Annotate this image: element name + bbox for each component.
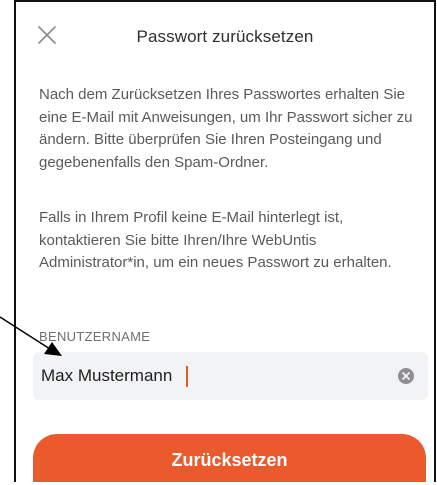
clear-input-button[interactable] — [398, 368, 414, 384]
info-paragraph-admin: Falls in Ihrem Profil keine E-Mail hinte… — [39, 209, 392, 271]
header: Passwort zurücksetzen — [16, 2, 434, 68]
frame-left-border — [14, 0, 16, 482]
clear-icon — [398, 368, 414, 384]
username-input[interactable] — [41, 352, 381, 400]
text-caret — [186, 366, 188, 387]
page-title: Passwort zurücksetzen — [136, 27, 314, 46]
reset-password-button[interactable]: Zurücksetzen — [33, 434, 426, 482]
info-paragraph-email: Nach dem Zurücksetzen Ihres Passwortes e… — [39, 86, 413, 171]
username-field-container — [33, 352, 428, 400]
frame-right-border — [434, 0, 436, 482]
username-label: BENUTZERNAME — [39, 329, 151, 344]
